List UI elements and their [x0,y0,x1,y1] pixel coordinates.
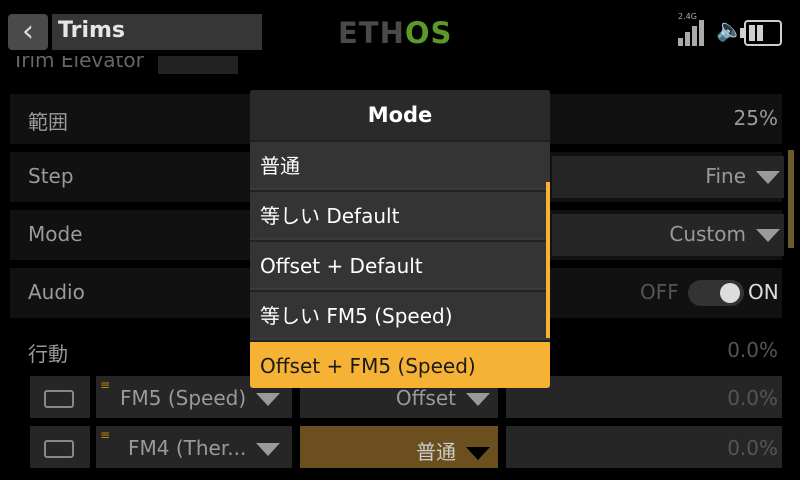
range-label: 範囲 [28,110,68,134]
fm-select-1-value: FM5 (Speed) [120,386,281,410]
submode-select-1-value: Offset [300,386,490,410]
list-scrollbar[interactable] [788,150,794,248]
mode-value: Custom [560,222,780,246]
fm-select-2-value: FM4 (Ther... [128,436,281,460]
subvalue-2: 0.0% [727,436,778,460]
back-button[interactable]: ‹ [8,14,48,50]
audio-label: Audio [28,280,85,304]
step-label: Step [28,164,74,188]
signal-strength-icon: 2.4G [678,12,710,46]
mode-option-3[interactable]: Offset + Default [250,240,550,288]
menu-handle-icon: ≡ [100,428,111,442]
audio-toggle[interactable] [688,280,744,306]
action-value: 0.0% [727,338,778,362]
subvalue-1: 0.0% [727,386,778,410]
mode-label: Mode [28,222,83,246]
dialog-scrollbar[interactable] [546,182,550,338]
dropdown-arrow-icon [756,229,780,242]
dialog-title: Mode [250,90,550,140]
mode-dialog: Mode 普通 等しい Default Offset + Default 等しい… [250,90,550,388]
battery-icon [740,20,782,46]
chevron-left-icon: ‹ [22,14,34,49]
dropdown-arrow-icon [756,171,780,184]
delete-icon [44,390,74,408]
page-title: Trims [58,18,125,43]
mode-option-5-selected[interactable]: Offset + FM5 (Speed) [250,340,550,388]
partial-row: Trim Elevator [0,56,800,78]
delete-icon [44,440,74,458]
step-value: Fine [560,164,780,188]
range-value[interactable]: 25% [660,106,778,130]
audio-on-label: ON [748,280,779,304]
mode-option-4[interactable]: 等しい FM5 (Speed) [250,290,550,338]
submode-select-2-value: 普通 [300,436,490,465]
audio-off-label: OFF [640,280,679,304]
menu-handle-icon: ≡ [100,378,111,392]
mode-option-1[interactable]: 普通 [250,140,550,188]
ethos-logo: ETHOS [338,16,453,50]
mode-option-2[interactable]: 等しい Default [250,190,550,238]
action-label: 行動 [28,342,68,366]
